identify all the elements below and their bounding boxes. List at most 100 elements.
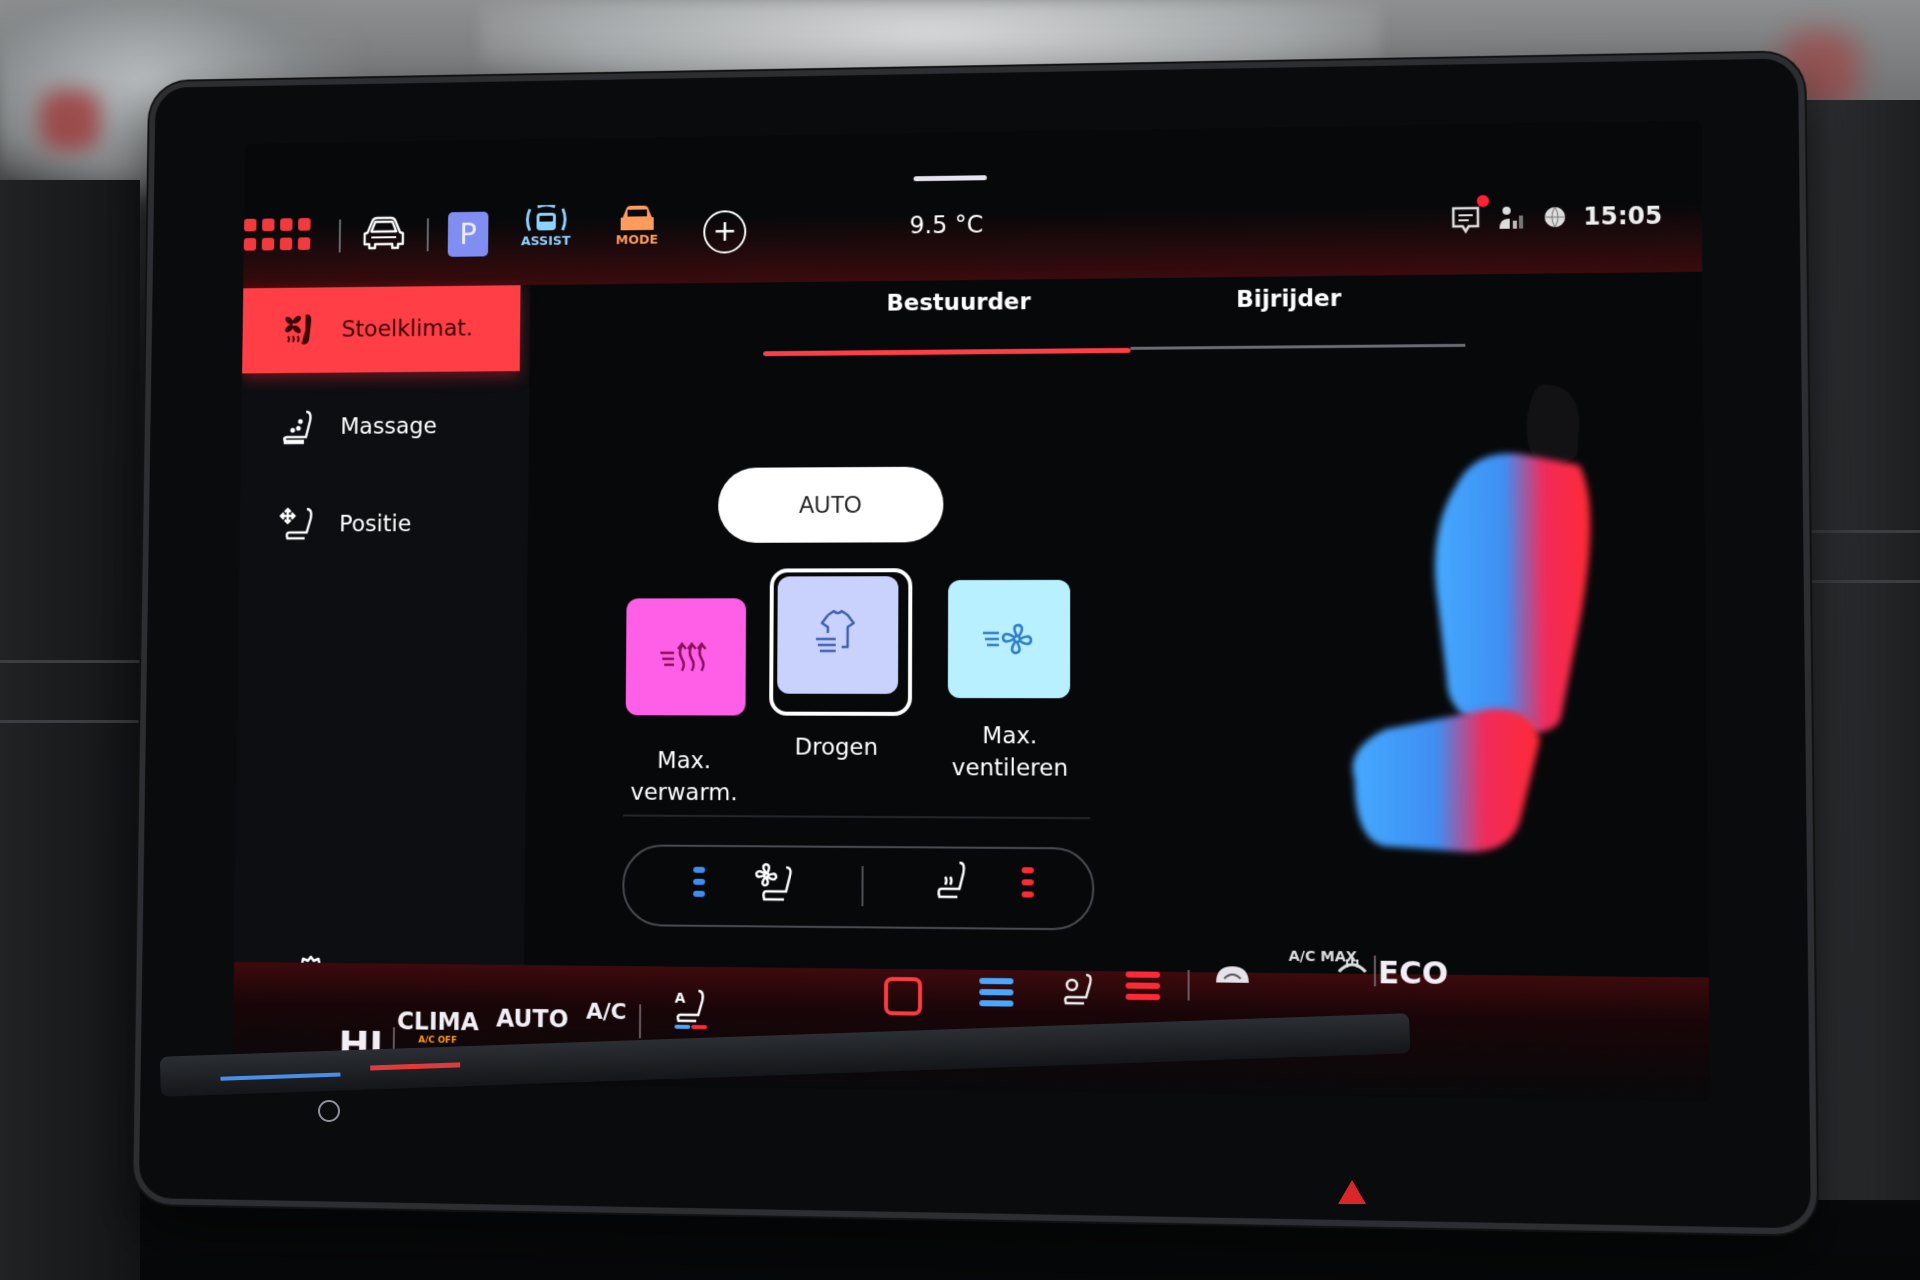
max-ventilate-icon [979,619,1039,659]
sidebar-item-massage[interactable]: Massage [241,383,520,471]
sidebar-item-seat-climate[interactable]: Stoelklimat. [242,285,521,374]
air-vent [0,660,140,663]
divider [638,1004,642,1039]
clock: 15:05 [1583,201,1663,231]
dry-label: Drogen [794,734,879,761]
divider [338,219,342,253]
status-bar: P ASSIST MODE + 9.5 °C 15:05 [243,120,1703,289]
auto-seat-icon: A [671,987,711,1030]
dashboard-trim [0,180,140,1280]
recirculation-button[interactable] [1212,962,1253,989]
assist-label: ASSIST [520,233,571,250]
heating-level-indicator [1021,867,1034,898]
sidebar-item-position[interactable]: Positie [239,481,518,568]
recirculation-icon [1216,966,1249,983]
parking-label: P [459,217,477,252]
air-vent [0,720,140,723]
dry-button[interactable] [777,576,899,694]
eco-button[interactable]: ECO [1378,956,1448,993]
label-line: ventileren [951,755,1069,782]
max-ventilate-button[interactable] [947,579,1071,699]
divider [622,814,1091,820]
seat-massage-shortcut-button[interactable] [1060,971,1096,1008]
tab-passenger[interactable]: Bijrijder [1236,286,1341,313]
label-line: Max. [982,723,1038,750]
background-scene [40,90,100,150]
seat-climate-icon [280,311,319,350]
ventilation-level-bar [693,890,705,897]
outside-temperature: 9.5 °C [909,210,984,240]
heating-level-bar [1021,867,1034,874]
seat-heating-level-button[interactable] [1125,971,1161,1001]
svg-text:A: A [675,990,686,1006]
notification-button[interactable] [1450,194,1489,231]
heating-level-bar [1021,891,1034,898]
seat-cooling-level-button[interactable] [979,977,1014,1007]
ventilation-level-bar [693,866,706,873]
clima-sublabel: A/C OFF [418,1035,458,1046]
hazard-icon[interactable] [1338,1180,1366,1204]
windshield-defrost-icon [1337,953,1368,978]
clima-button[interactable]: CLIMA A/C OFF [397,1007,479,1046]
power-icon[interactable] [318,1100,340,1122]
driver-assist-icon [524,205,569,235]
cooling-level-bar [979,977,1014,985]
globe-icon [1542,205,1567,229]
seat-fan-icon [1060,971,1096,1008]
temperature-slider-warm [370,1062,461,1071]
sidebar-item-label: Massage [340,413,438,440]
status-icons: 15:05 [1450,194,1663,233]
divider [426,218,429,252]
seat-cushion [1352,708,1541,853]
parking-button[interactable]: P [447,211,489,257]
max-heat-icon [656,637,715,677]
climate-auto-button[interactable]: AUTO [496,1005,569,1034]
assist-button[interactable]: ASSIST [521,205,571,249]
infotainment-screen: P ASSIST MODE + 9.5 °C 15:05 Stoelklimat… [232,120,1711,1102]
plus-icon: + [712,214,738,249]
message-icon [1450,205,1481,235]
sidebar-item-label: Positie [339,511,412,538]
seat-headrest [1526,384,1580,463]
heating-level-bar [1125,982,1161,989]
ventilation-level-bar [693,878,706,885]
max-heat-button[interactable] [625,598,747,716]
auto-seat-climate-button[interactable]: A [671,987,711,1032]
notification-badge [1476,194,1489,208]
divider [861,866,864,907]
mode-label: MODE [615,232,659,248]
dry-shirt-icon [808,607,868,663]
heating-level-bar [1125,971,1161,978]
drive-mode-button[interactable]: MODE [615,203,659,248]
rear-defrost-button[interactable] [883,976,923,1016]
seat-illustration [1323,374,1614,863]
seat-ventilation-button[interactable] [752,861,796,911]
sidebar-item-label: Stoelklimat. [341,315,474,343]
seat-ventilation-icon [752,861,796,907]
active-tab-indicator [763,347,1131,357]
seat-heating-button[interactable] [931,858,971,909]
apps-grid-icon[interactable] [243,217,311,251]
heating-level-bar [1125,993,1161,1001]
seat-heating-icon [931,858,971,905]
seat-tabs: Bestuurder Bijrijder [763,274,1466,370]
heating-level-bar [1021,879,1034,886]
cooling-level-bar [979,989,1014,996]
temperature-slider-cold [220,1072,341,1081]
seat-position-icon [278,505,317,544]
tab-driver[interactable]: Bestuurder [886,289,1030,316]
car-icon[interactable] [360,215,408,250]
seat-massage-icon [279,408,318,447]
clima-label: CLIMA [396,1007,479,1037]
divider [1187,969,1190,1001]
drawer-handle[interactable] [913,175,987,182]
add-shortcut-button[interactable]: + [703,210,747,254]
divider [1373,955,1377,987]
ac-button[interactable]: A/C [586,1000,627,1025]
auto-button[interactable]: AUTO [717,466,944,543]
tab-underline [1130,343,1466,350]
front-defrost-button[interactable] [1337,953,1368,978]
label-line: verwarm. [630,779,738,807]
signal-icon [1499,206,1523,229]
seat-climate-level-control [622,844,1095,931]
